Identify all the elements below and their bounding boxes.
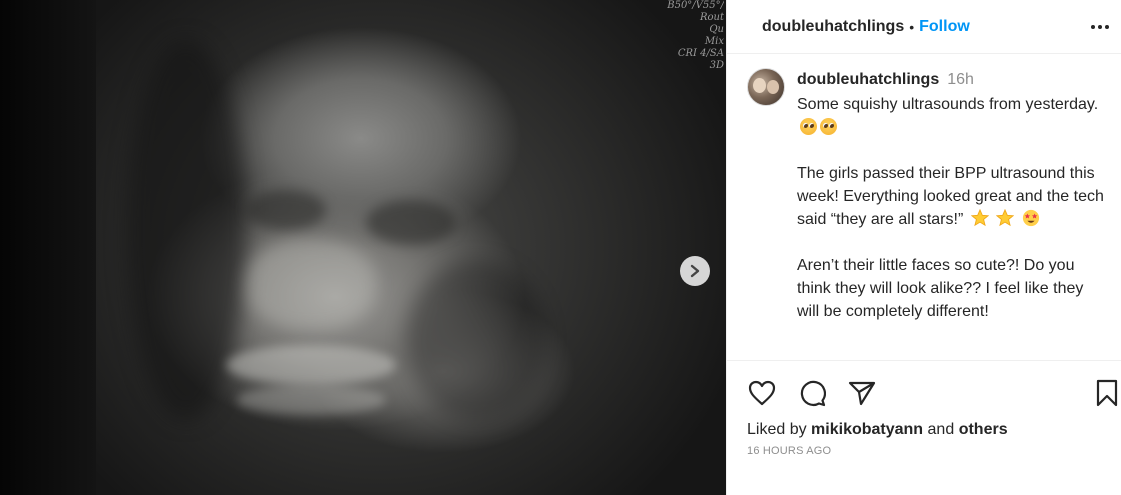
follow-button[interactable]: Follow <box>919 18 970 36</box>
heart-icon <box>748 380 776 406</box>
caption-text: Some squishy ultrasounds from yesterday.… <box>797 93 1109 346</box>
caption-paragraph: Some squishy ultrasounds from yesterday. <box>797 93 1109 139</box>
more-horizontal-icon <box>1091 25 1109 29</box>
scan-info-line: Rout <box>699 12 724 23</box>
scan-info-line: Mix <box>704 36 724 47</box>
caption-paragraph-text: Some squishy ultrasounds from yesterday. <box>797 96 1099 113</box>
liked-by-user[interactable]: mikikobatyann <box>811 421 923 438</box>
header-username[interactable]: doubleuhatchlings <box>762 18 904 36</box>
caption-header: doubleuhatchlings 16h <box>797 71 974 89</box>
send-icon <box>848 381 876 406</box>
caption-paragraph: The girls passed their BPP ultrasound th… <box>797 162 1109 231</box>
star-struck-icon <box>1022 209 1039 227</box>
post-media[interactable]: B50°/V55°/ Rout Qu Mix CRI 4/SA 3D <box>0 0 726 495</box>
comment-icon <box>800 380 826 407</box>
media-dark-edge <box>0 0 96 495</box>
avatar[interactable] <box>747 68 785 106</box>
caption-paragraph-text: The girls passed their BPP ultrasound th… <box>797 165 1104 228</box>
ultrasound-image: B50°/V55°/ Rout Qu Mix CRI 4/SA 3D <box>96 0 726 495</box>
scan-info-line: B50°/V55°/ <box>667 0 724 11</box>
caption-paragraph: Aren’t their little faces so cute?! Do y… <box>797 257 1084 320</box>
more-options-button[interactable] <box>1089 17 1111 37</box>
likes-summary: Liked by mikikobatyann and others <box>747 421 1008 439</box>
pleading-face-icon <box>820 118 837 135</box>
pleading-face-icon <box>800 118 817 135</box>
post-sidebar: doubleuhatchlings • Follow doubleuhatchl… <box>726 0 1121 495</box>
scan-info-line: 3D <box>709 60 724 71</box>
star-icon <box>970 209 989 227</box>
star-icon <box>996 209 1015 227</box>
post-header: doubleuhatchlings • Follow <box>727 0 1121 54</box>
likes-prefix: Liked by <box>747 421 807 438</box>
comment-button[interactable] <box>797 378 827 408</box>
chevron-right-icon <box>690 264 700 278</box>
caption-time[interactable]: 16h <box>947 71 974 88</box>
next-media-button[interactable] <box>680 256 710 286</box>
likes-joiner: and <box>927 421 955 438</box>
save-button[interactable] <box>1092 378 1121 408</box>
share-button[interactable] <box>847 378 877 408</box>
scan-info-line: Qu <box>709 24 724 35</box>
separator-dot: • <box>909 18 915 35</box>
bookmark-icon <box>1096 379 1118 407</box>
caption-section: doubleuhatchlings 16h Some squishy ultras… <box>727 54 1121 361</box>
scan-info: B50°/V55°/ Rout Qu Mix CRI 4/SA 3D <box>636 0 726 72</box>
caption-username[interactable]: doubleuhatchlings <box>797 71 939 88</box>
action-bar <box>747 378 1118 410</box>
like-button[interactable] <box>747 378 777 408</box>
scan-info-line: CRI 4/SA <box>677 48 724 59</box>
likes-others-link[interactable]: others <box>959 421 1008 438</box>
post-timestamp[interactable]: 16 HOURS AGO <box>747 445 831 457</box>
